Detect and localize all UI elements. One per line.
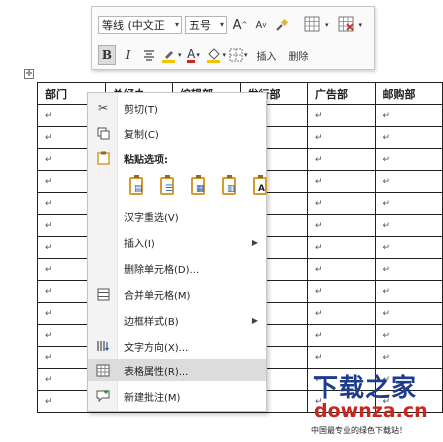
chevron-down-icon: ▾ [178, 51, 182, 59]
menu-item-label: 复制(C) [124, 129, 159, 141]
grow-font-icon[interactable]: A ^ [231, 15, 249, 35]
table-cell[interactable]: ↵ [307, 258, 376, 281]
center-align-icon[interactable] [140, 45, 158, 65]
table-cell[interactable]: ↵ [307, 280, 376, 303]
paste-keep-source-icon[interactable]: ▤ [126, 175, 148, 199]
table-cell[interactable]: ↵ [307, 346, 376, 369]
table-cell[interactable]: ↵ [307, 324, 376, 347]
bold-button[interactable]: B [98, 45, 116, 65]
chevron-down-icon: ▾ [219, 20, 224, 29]
menu-item-merge-cells[interactable]: 合并单元格(M) [88, 283, 266, 305]
clipboard-icon [88, 151, 118, 165]
table-cell[interactable]: ↵ [307, 148, 376, 171]
table-cell[interactable]: ↵ [374, 280, 443, 303]
menu-item-label: 剪切(T) [124, 104, 158, 116]
italic-icon[interactable]: I [119, 45, 137, 65]
copy-icon [88, 127, 118, 140]
menu-item-label: 删除单元格(D)... [124, 264, 200, 276]
table-cell[interactable]: ↵ [374, 148, 443, 171]
table-cell[interactable]: ↵ [374, 258, 443, 281]
delete-table-grid-icon[interactable]: ▾ [338, 15, 363, 35]
brush-icon[interactable] [273, 15, 291, 35]
table-cell[interactable]: ↵ [374, 346, 443, 369]
table-cell[interactable]: ↵ [374, 324, 443, 347]
menu-item-table-properties[interactable]: 表格属性(R)... [88, 359, 266, 381]
font-size-combo[interactable]: 五号 ▾ [185, 16, 227, 34]
table-cell[interactable]: ↵ [374, 170, 443, 193]
menu-item-new-comment[interactable]: 新建批注(M) [88, 385, 266, 407]
table-cell[interactable]: ↵ [307, 170, 376, 193]
menu-item-border-styles[interactable]: 边框样式(B) ▶ [88, 309, 266, 331]
table-cell[interactable]: ↵ [307, 104, 376, 127]
merge-cells-icon [88, 288, 118, 301]
table-cell[interactable]: ↵ [374, 214, 443, 237]
menu-item-label: 合并单元格(M) [124, 290, 191, 302]
table-cell[interactable]: ↵ [307, 126, 376, 149]
delete-button[interactable]: 删除 [289, 48, 309, 63]
watermark-title: 下载之家 [313, 373, 418, 402]
menu-item-paste-options: 粘贴选项: [88, 147, 266, 169]
watermark-logo: 下载之家 downza.cn 中国最专业的绿色下载站！ [306, 368, 443, 442]
menu-item-copy[interactable]: 复制(C) [88, 122, 266, 144]
mini-toolbar-row-format: B I ▾ A ▾ ▾ ▾ 插入 删除 [98, 44, 315, 66]
table-cell[interactable]: ↵ [307, 302, 376, 325]
context-menu: ✂ 剪切(T) 复制(C) 粘贴选项: ▤ ☰ ▦ ▥ A 汉字重选(V) 插入… [87, 92, 267, 412]
font-size-value: 五号 [189, 19, 211, 32]
watermark-domain: downza.cn [314, 400, 428, 422]
scissors-icon: ✂ [97, 101, 109, 115]
header-cell[interactable]: 广告部 [307, 82, 376, 105]
menu-item-label: 插入(I) [124, 238, 155, 250]
paint-bucket-icon[interactable]: ▾ [206, 45, 227, 65]
paste-options-row: ▤ ☰ ▦ ▥ A [126, 175, 281, 199]
table-properties-icon [88, 364, 118, 377]
font-color-button[interactable]: A ▾ [185, 45, 203, 65]
insert-table-grid-icon[interactable]: ▾ [304, 15, 329, 35]
table-cell[interactable]: ↵ [374, 192, 443, 215]
menu-item-insert[interactable]: 插入(I) ▶ [88, 231, 266, 253]
paste-nest-table-icon[interactable]: ▦ [188, 175, 210, 199]
table-cell[interactable]: ↵ [307, 192, 376, 215]
menu-item-label: 粘贴选项: [124, 154, 168, 166]
chevron-down-icon: ▾ [325, 21, 329, 29]
chevron-down-icon: ▾ [174, 20, 179, 29]
shrink-font-icon[interactable]: Av [252, 15, 270, 35]
menu-item-label: 新建批注(M) [124, 392, 181, 404]
table-cell[interactable]: ↵ [374, 236, 443, 259]
table-cell[interactable]: ↵ [307, 236, 376, 259]
new-comment-icon [88, 389, 118, 403]
table-move-handle-icon[interactable]: ✛ [24, 69, 34, 79]
menu-item-text-direction[interactable]: 文字方向(X)... [88, 335, 266, 357]
chevron-right-icon: ▶ [251, 315, 258, 325]
menu-item-label: 文字方向(X)... [124, 342, 189, 354]
header-cell[interactable]: 邮购部 [374, 82, 443, 105]
menu-item-reconvert[interactable]: 汉字重选(V) [88, 205, 266, 227]
chevron-right-icon: ▶ [251, 237, 258, 247]
watermark-tagline: 中国最专业的绿色下载站！ [308, 424, 441, 438]
table-cell[interactable]: ↵ [307, 214, 376, 237]
mini-toolbar-row-font: 等线 (中文正 ▾ 五号 ▾ A ^ Av ▾ ▾ [98, 14, 365, 36]
paste-text-only-icon[interactable]: A [250, 175, 272, 199]
menu-item-delete-cells[interactable]: 删除单元格(D)... [88, 257, 266, 279]
font-name-value: 等线 (中文正 [102, 19, 165, 32]
border-icon[interactable]: ▾ [229, 45, 248, 65]
table-cell[interactable]: ↵ [374, 104, 443, 127]
menu-item-cut[interactable]: ✂ 剪切(T) [88, 97, 266, 119]
paste-merge-format-icon[interactable]: ☰ [157, 175, 179, 199]
chevron-down-icon: ▾ [196, 51, 200, 59]
insert-button[interactable]: 插入 [257, 48, 277, 63]
paste-overwrite-cells-icon[interactable]: ▥ [219, 175, 241, 199]
text-direction-icon [88, 339, 118, 353]
menu-item-label: 边框样式(B) [124, 316, 179, 328]
highlighter-icon[interactable]: ▾ [161, 45, 182, 65]
chevron-down-icon: ▾ [358, 21, 363, 29]
table-cell[interactable]: ↵ [374, 302, 443, 325]
chevron-down-icon: ▾ [244, 51, 248, 59]
menu-item-label: 汉字重选(V) [124, 212, 179, 224]
font-name-combo[interactable]: 等线 (中文正 ▾ [98, 16, 182, 34]
menu-item-label: 表格属性(R)... [124, 366, 189, 378]
table-cell[interactable]: ↵ [374, 126, 443, 149]
chevron-down-icon: ▾ [222, 51, 227, 59]
mini-toolbar: 等线 (中文正 ▾ 五号 ▾ A ^ Av ▾ ▾ B I ▾ A ▾ ▾ ▾ … [91, 6, 375, 70]
